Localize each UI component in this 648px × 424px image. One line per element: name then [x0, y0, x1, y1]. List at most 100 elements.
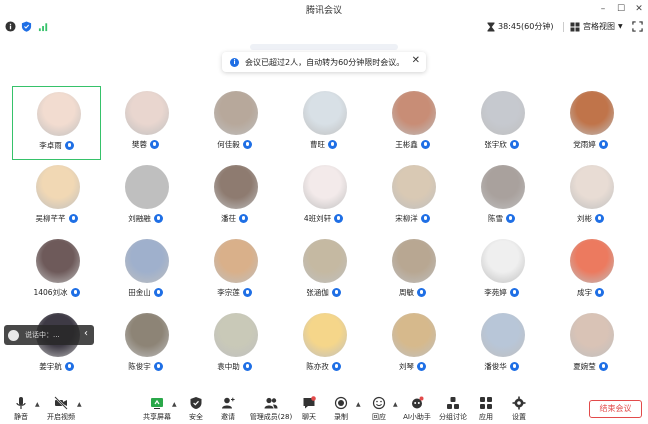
apps-label: 应用 [479, 413, 493, 421]
participant-tile[interactable]: 1406刘冰 [12, 234, 101, 308]
participant-tile[interactable]: 李宗莲 [190, 234, 279, 308]
participant-tile[interactable]: 张涵伽 [279, 234, 368, 308]
apps-icon [480, 397, 492, 409]
meeting-timer[interactable]: 38:45(60分钟) [487, 21, 553, 32]
participant-tile[interactable]: 陈雪 [457, 160, 546, 234]
participant-tile[interactable]: 潘茌 [190, 160, 279, 234]
ai-assistant-icon [412, 396, 424, 409]
speaker-floating-panel[interactable]: 说话中：... ‹ [4, 325, 94, 345]
participant-tile[interactable]: 宋柳洋 [368, 160, 457, 234]
invite-button[interactable]: 邀请 [208, 396, 248, 422]
participant-tile[interactable]: 吴柳芊芊 [12, 160, 101, 234]
participant-name-line: 何佳毅 [190, 139, 279, 150]
participant-name-line: 陈亦孜 [279, 361, 368, 372]
avatar [392, 165, 436, 209]
share-screen-label: 共享屏幕 [143, 413, 171, 421]
mic-status-icon [242, 362, 252, 371]
participant-name-line: 1406刘冰 [12, 287, 101, 298]
record-button[interactable]: 录制 [321, 396, 361, 422]
info-icon[interactable] [5, 21, 16, 32]
participant-name: 陈雪 [488, 214, 503, 223]
shield-icon[interactable] [21, 21, 32, 32]
participant-name: 李卓雨 [39, 141, 62, 150]
manage-members-button[interactable]: 管理成员(28) [248, 396, 294, 422]
info-icon: i [230, 57, 239, 67]
participant-tile[interactable]: 刘融融 [101, 160, 190, 234]
chevron-left-icon[interactable]: ‹ [84, 328, 88, 339]
participant-name: 夏婉莹 [573, 362, 596, 371]
participant-tile[interactable]: 王彬鑫 [368, 86, 457, 160]
video-button[interactable]: 开启视频 [41, 396, 81, 422]
participant-name: 田金山 [128, 288, 151, 297]
chat-icon [303, 396, 316, 409]
smile-icon [8, 329, 19, 341]
participant-tile[interactable]: 张宇欣 [457, 86, 546, 160]
participant-tile[interactable]: 曹旺 [279, 86, 368, 160]
share-screen-button[interactable]: 共享屏幕 [137, 396, 177, 422]
settings-button[interactable]: 设置 [499, 396, 539, 422]
participant-name-line: 陈俊宇 [101, 361, 190, 372]
reaction-button[interactable]: 回应 [359, 396, 399, 422]
participant-tile[interactable]: 党雨婷 [546, 86, 635, 160]
fullscreen-icon[interactable] [632, 21, 643, 32]
participant-name-line: 李苑婷 [457, 287, 546, 298]
participant-tile[interactable]: 刘琴 [368, 308, 457, 382]
participant-tile[interactable]: 成宇 [546, 234, 635, 308]
avatar [36, 165, 80, 209]
participant-name: 李苑婷 [484, 288, 507, 297]
avatar [570, 239, 614, 283]
video-options-caret[interactable]: ▲ [77, 401, 82, 408]
participant-tile[interactable]: 陈俊宇 [101, 308, 190, 382]
avatar [37, 92, 81, 136]
mic-status-icon [153, 362, 163, 371]
participant-name: 潘俊华 [484, 362, 507, 371]
participant-tile[interactable]: 袁中助 [190, 308, 279, 382]
avatar [303, 91, 347, 135]
view-mode-label: 宫格视图 [583, 22, 615, 31]
participant-name: 张宇欣 [484, 140, 507, 149]
participant-tile[interactable]: 刘彬 [546, 160, 635, 234]
view-mode-button[interactable]: 宫格视图 ▼ [570, 21, 623, 32]
participant-tile[interactable]: 李苑婷 [457, 234, 546, 308]
participant-tile[interactable]: 夏婉莹 [546, 308, 635, 382]
participant-tile[interactable]: 潘俊华 [457, 308, 546, 382]
smile-icon [372, 396, 386, 410]
end-meeting-button[interactable]: 结束会议 [589, 400, 642, 418]
mute-options-caret[interactable]: ▲ [35, 401, 40, 408]
close-icon[interactable]: ✕ [412, 55, 420, 66]
participant-name: 王彬鑫 [395, 140, 418, 149]
participant-name-line: 宋柳洋 [368, 213, 457, 224]
chat-label: 聊天 [302, 413, 316, 421]
mic-status-icon [509, 362, 519, 371]
participant-tile[interactable]: 姜宇航 [12, 308, 101, 382]
invite-label: 邀请 [221, 413, 235, 421]
close-icon[interactable]: ✕ [632, 2, 646, 16]
participant-tile[interactable]: 樊蓉 [101, 86, 190, 160]
participant-tile[interactable]: 4班刘轩 [279, 160, 368, 234]
notice-text: 会议已超过2人，自动转为60分钟限时会议。 [245, 57, 405, 67]
title-bar: 腾讯会议 – ☐ ✕ [0, 0, 648, 18]
participant-name: 周敏 [399, 288, 414, 297]
participant-name: 宋柳洋 [395, 214, 418, 223]
camera-off-icon [54, 396, 68, 410]
signal-icon[interactable] [38, 21, 49, 32]
mute-button[interactable]: 静音 [1, 396, 41, 422]
video-label: 开启视频 [47, 413, 75, 421]
participant-name-line: 李卓雨 [13, 140, 100, 151]
participant-name-line: 4班刘轩 [279, 213, 368, 224]
participant-name: 4班刘轩 [303, 214, 332, 223]
participant-name-line: 张涵伽 [279, 287, 368, 298]
ai-assistant-button[interactable]: AI小助手 [397, 396, 437, 422]
minimize-icon[interactable]: – [596, 2, 610, 16]
gear-icon [512, 396, 526, 410]
participant-tile[interactable]: 田金山 [101, 234, 190, 308]
participant-tile[interactable]: 陈亦孜 [279, 308, 368, 382]
maximize-icon[interactable]: ☐ [614, 2, 628, 16]
participant-tile[interactable]: 周敏 [368, 234, 457, 308]
avatar [214, 313, 258, 357]
participant-tile[interactable]: 李卓雨 [12, 86, 101, 160]
avatar [36, 239, 80, 283]
participant-tile[interactable]: 何佳毅 [190, 86, 279, 160]
avatar [392, 91, 436, 135]
mic-status-icon [64, 362, 74, 371]
